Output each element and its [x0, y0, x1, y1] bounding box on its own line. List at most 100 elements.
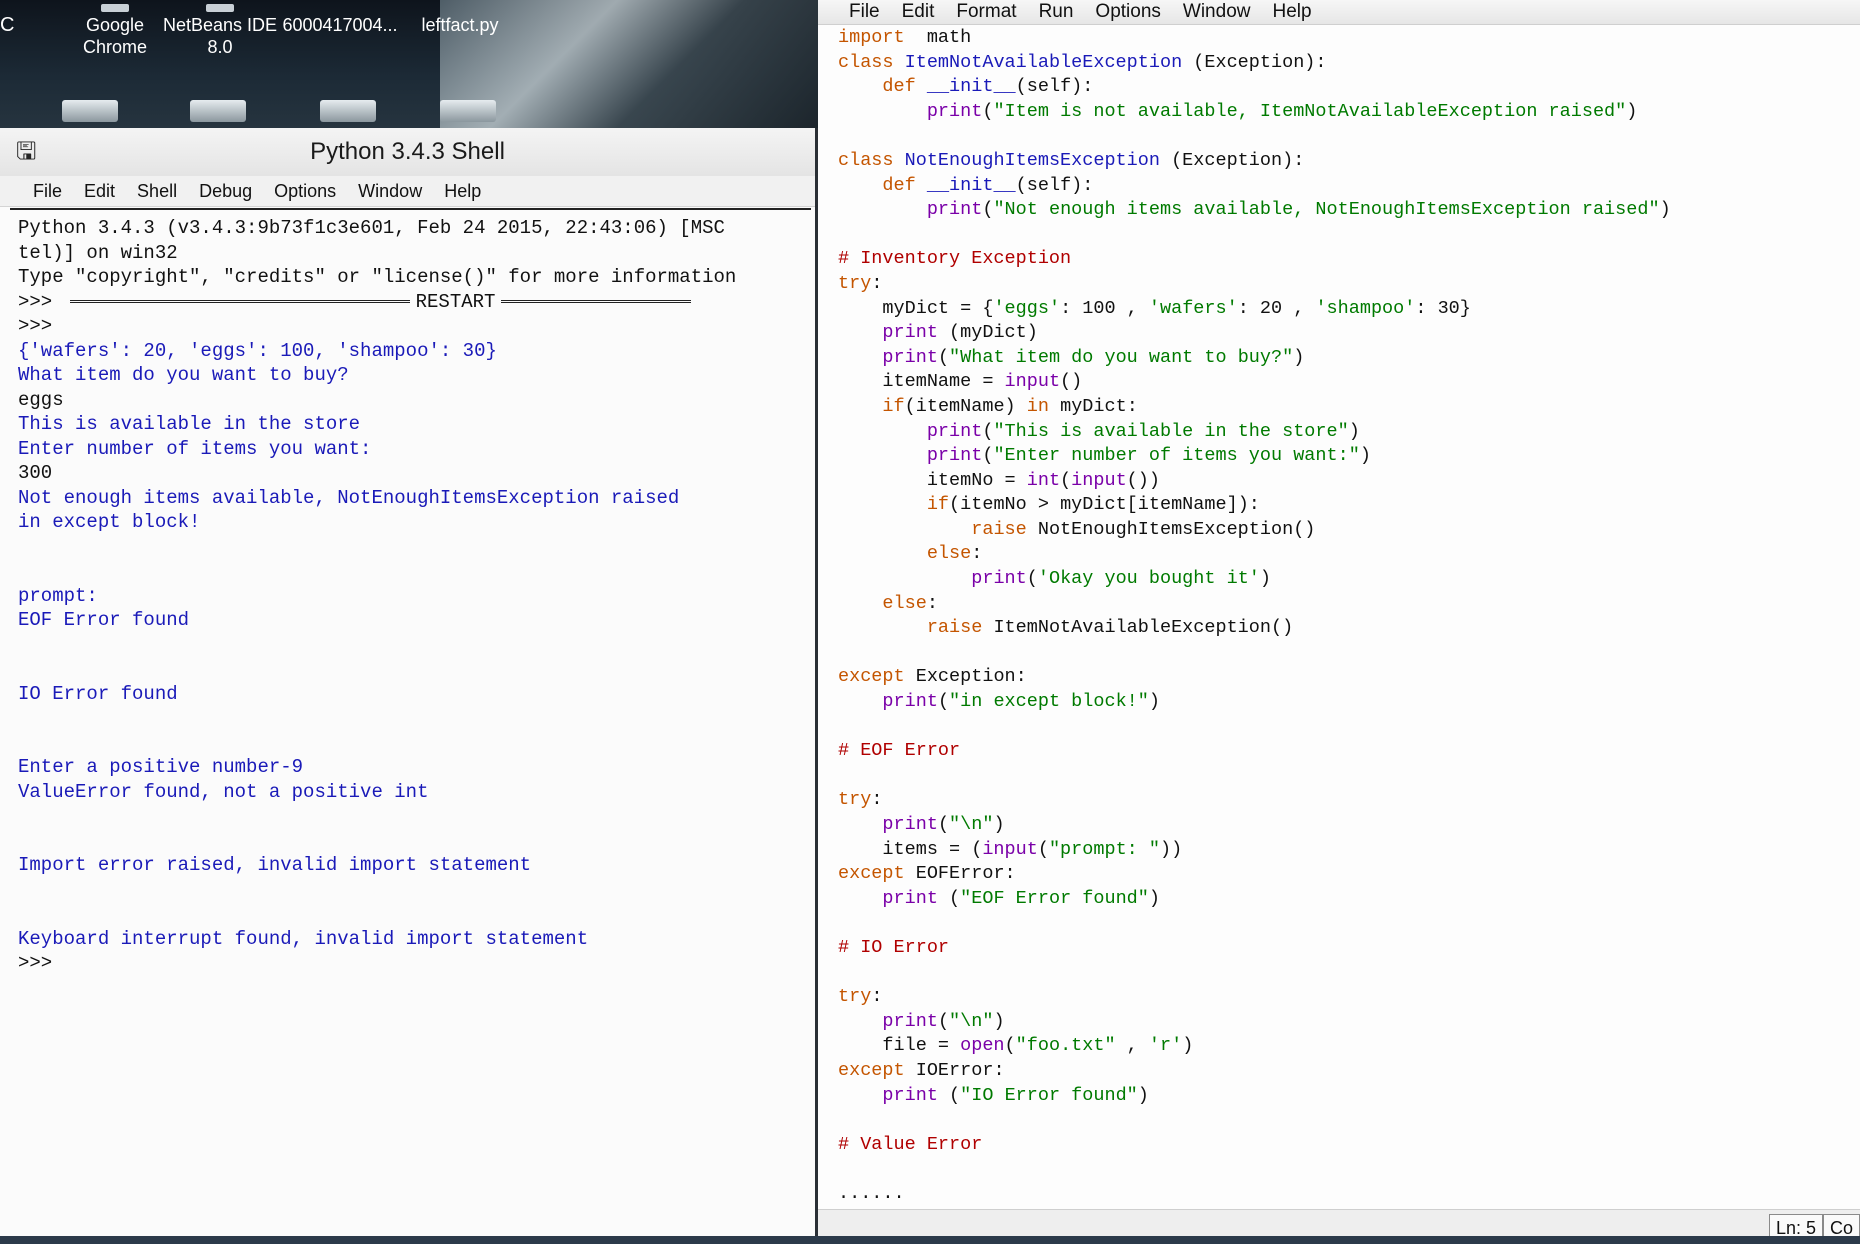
- shell-prompt: >>>: [18, 315, 53, 337]
- code-token: 'shampoo': [1315, 297, 1416, 319]
- code-token: myDict:: [1048, 395, 1138, 417]
- desktop-icon-file[interactable]: 6000417004...: [280, 4, 400, 36]
- code-token: : 100 ,: [1060, 297, 1149, 319]
- code-token: # IO Error: [838, 936, 950, 958]
- code-token: (self):: [1015, 174, 1094, 196]
- code-token: __init__: [926, 174, 1016, 196]
- shortcut-icon[interactable]: [190, 100, 246, 122]
- code-line: print("in except block!"): [838, 690, 1850, 715]
- code-line: else:: [838, 592, 1850, 617]
- code-token: print: [882, 322, 938, 344]
- code-line: print("\n"): [838, 813, 1850, 838]
- code-token: open: [960, 1035, 1005, 1057]
- editor-menu-format[interactable]: Format: [945, 0, 1027, 24]
- code-token: "Item is not available, ItemNotAvailable…: [993, 100, 1627, 122]
- code-token: # Inventory Exception: [838, 248, 1072, 270]
- shortcut-icon[interactable]: [62, 100, 118, 122]
- code-token: (: [982, 445, 994, 467]
- code-token: ): [1626, 100, 1638, 122]
- shell-prompt[interactable]: >>>: [18, 952, 52, 974]
- code-token: (: [937, 887, 961, 909]
- editor-menu-options[interactable]: Options: [1084, 0, 1171, 24]
- shell-output-line: {'wafers': 20, 'eggs': 100, 'shampoo': 3…: [18, 339, 497, 362]
- editor-menu-window[interactable]: Window: [1172, 0, 1262, 24]
- code-token: math: [904, 27, 972, 48]
- shell-menu-edit[interactable]: Edit: [73, 176, 126, 206]
- code-token: (: [937, 814, 950, 835]
- code-token: itemName =: [838, 371, 1005, 393]
- code-token: ): [1148, 691, 1160, 713]
- code-token: "prompt: ": [1048, 838, 1160, 860]
- code-token: __init__: [926, 76, 1016, 98]
- code-token: # EOF Error: [838, 740, 961, 762]
- editor-code-area[interactable]: import math class ItemNotAvailableExcepti…: [838, 26, 1850, 1210]
- code-token: ......: [838, 1182, 905, 1204]
- code-line: # Value Error: [838, 1133, 1850, 1158]
- code-token: ItemNotAvailableException(): [982, 617, 1294, 639]
- desktop-icon-label: leftfact.py: [421, 15, 499, 35]
- shell-titlebar[interactable]: 🖫 Python 3.4.3 Shell: [0, 128, 815, 176]
- code-token: 'Okay you bought it': [1037, 568, 1260, 590]
- code-line: if(itemName) in myDict:: [838, 395, 1850, 420]
- code-token: ): [1359, 445, 1371, 467]
- code-line: print('Okay you bought it'): [838, 567, 1850, 592]
- code-token: print: [882, 1084, 938, 1106]
- shell-menu-shell[interactable]: Shell: [126, 176, 188, 206]
- shell-output-line: What item do you want to buy?: [18, 364, 349, 386]
- shell-output-line: in except block!: [18, 511, 201, 533]
- shell-menu-options[interactable]: Options: [263, 176, 347, 206]
- code-line: raise ItemNotAvailableException(): [838, 616, 1850, 641]
- code-token: ): [993, 1010, 1005, 1032]
- code-token: print: [926, 100, 983, 122]
- code-token: (: [982, 199, 994, 221]
- shell-menu-debug[interactable]: Debug: [188, 176, 263, 206]
- shortcut-icon[interactable]: [320, 100, 376, 122]
- shell-menu-help[interactable]: Help: [433, 176, 492, 206]
- code-token: ): [1137, 1084, 1149, 1106]
- code-token: (: [1004, 1035, 1016, 1057]
- desktop-shortcut-row: [50, 100, 496, 126]
- code-token: :: [871, 272, 883, 294]
- editor-window: File Edit Format Run Options Window Help…: [818, 0, 1860, 1244]
- editor-menubar: File Edit Format Run Options Window Help: [818, 0, 1860, 25]
- desktop-background: C Google Chrome NetBeans IDE 8.0 6000417…: [0, 0, 820, 128]
- editor-menu-run[interactable]: Run: [1028, 0, 1085, 24]
- code-token: print: [971, 568, 1027, 590]
- shell-menu-file[interactable]: File: [22, 176, 73, 206]
- editor-menu-file[interactable]: File: [838, 0, 891, 24]
- shell-output-line: EOF Error found: [18, 609, 190, 631]
- code-line: try:: [838, 272, 1850, 297]
- shell-output-area[interactable]: Python 3.4.3 (v3.4.3:9b73f1c3e601, Feb 2…: [10, 208, 811, 1244]
- code-token: (Exception):: [1182, 51, 1327, 73]
- code-line: items = (input("prompt: ")): [838, 838, 1850, 863]
- code-token: "IO Error found": [960, 1084, 1138, 1106]
- code-line: ......: [838, 1182, 1850, 1207]
- desktop-icon-leftfact[interactable]: leftfact.py: [405, 4, 515, 36]
- code-token: print: [882, 691, 938, 713]
- shell-output-line: prompt:: [18, 584, 98, 607]
- code-token: items = (: [838, 838, 983, 860]
- code-token: input: [1004, 371, 1061, 393]
- code-token: "EOF Error found": [960, 887, 1149, 909]
- shortcut-icon[interactable]: [440, 100, 496, 122]
- editor-menu-edit[interactable]: Edit: [891, 0, 946, 24]
- editor-menu-help[interactable]: Help: [1261, 0, 1322, 24]
- code-token: except: [838, 863, 905, 885]
- code-token: (self):: [1015, 76, 1094, 98]
- code-token: ): [1659, 199, 1671, 221]
- code-token: try: [838, 789, 872, 811]
- desktop-icon-netbeans[interactable]: NetBeans IDE 8.0: [160, 4, 280, 58]
- code-token: input: [1071, 469, 1127, 491]
- desktop-icon-label: NetBeans IDE: [162, 15, 278, 35]
- shell-menu-window[interactable]: Window: [347, 176, 433, 206]
- code-token: 'r': [1148, 1035, 1183, 1057]
- desktop-icon-google-chrome[interactable]: Google Chrome: [60, 4, 170, 58]
- shell-output-line: Enter a positive number-9: [18, 756, 304, 778]
- code-token: 'eggs': [993, 297, 1061, 319]
